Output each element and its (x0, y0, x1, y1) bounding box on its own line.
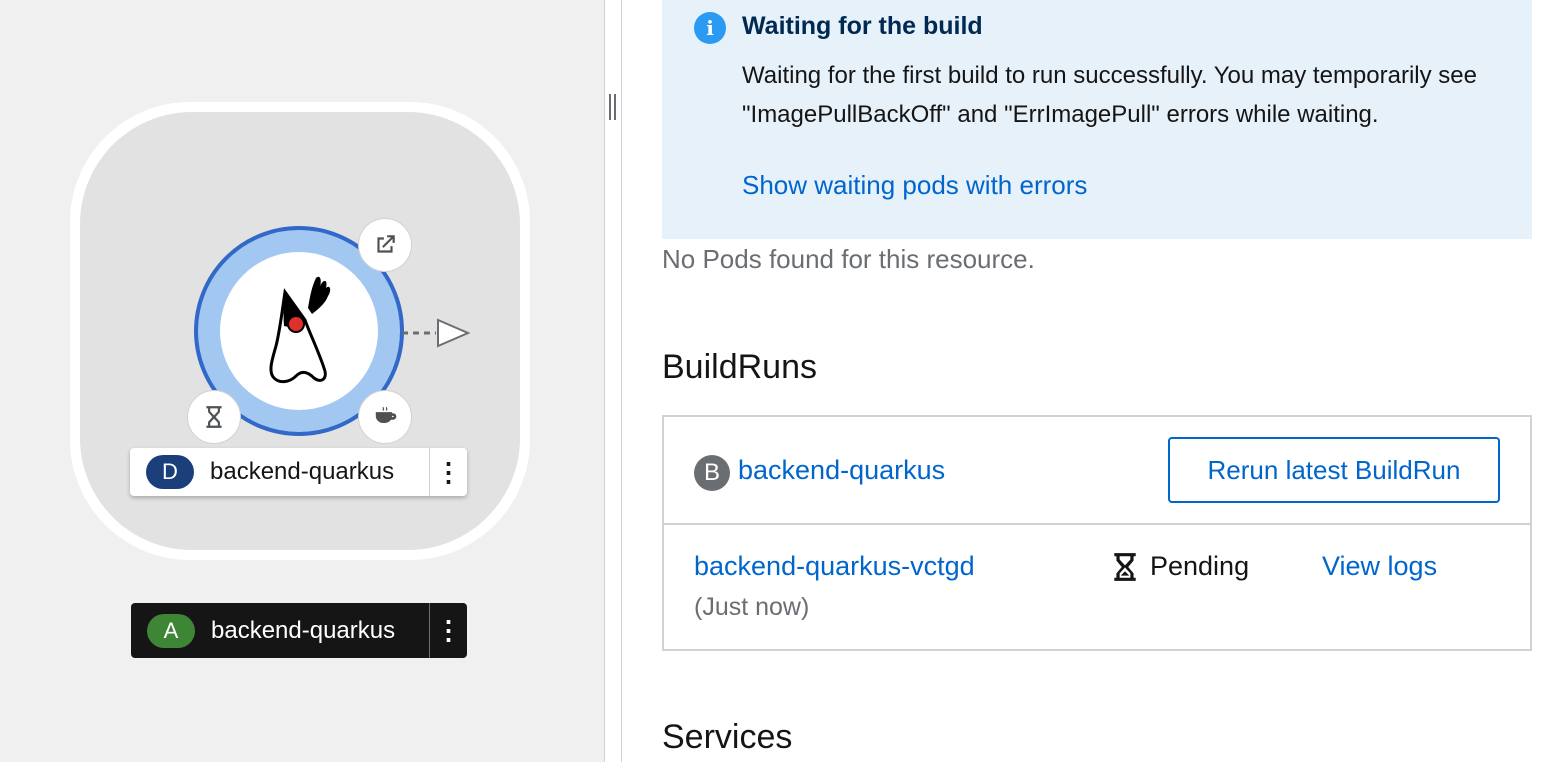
build-link[interactable]: backend-quarkus (738, 455, 945, 486)
buildrun-status-text: Pending (1150, 551, 1250, 581)
traffic-connector[interactable] (400, 314, 474, 352)
deployment-name: backend-quarkus (210, 458, 395, 485)
buildrun-link[interactable]: backend-quarkus-vctgd (694, 551, 975, 582)
no-pods-text: No Pods found for this resource. (662, 244, 1035, 274)
java-cup-icon[interactable] (358, 390, 412, 444)
deployment-label[interactable]: D backend-quarkus ⋮ (130, 448, 467, 496)
info-alert: i Waiting for the build Waiting for the … (662, 0, 1532, 239)
application-name: backend-quarkus (211, 616, 396, 644)
buildruns-heading: BuildRuns (662, 348, 817, 386)
show-waiting-pods-link[interactable]: Show waiting pods with errors (742, 170, 1087, 201)
info-icon: i (694, 12, 726, 44)
topology-canvas[interactable]: D backend-quarkus ⋮ A backend-quarkus ⋮ (0, 0, 604, 762)
hourglass-icon[interactable] (187, 390, 241, 444)
deployment-badge: D (146, 455, 194, 489)
buildrun-time: (Just now) (694, 593, 810, 621)
build-badge: B (694, 455, 730, 491)
build-row: B backend-quarkus Rerun latest BuildRun (664, 417, 1530, 525)
application-kebab-icon[interactable]: ⋮ (429, 603, 467, 658)
java-duke-icon (269, 276, 331, 384)
application-label[interactable]: A backend-quarkus ⋮ (131, 603, 467, 658)
deployment-kebab-icon[interactable]: ⋮ (429, 448, 467, 496)
rerun-latest-buildrun-button[interactable]: Rerun latest BuildRun (1168, 437, 1500, 503)
alert-title: Waiting for the build (742, 12, 983, 40)
hourglass-icon (1114, 552, 1136, 581)
application-badge: A (147, 613, 195, 648)
side-panel: i Waiting for the build Waiting for the … (622, 0, 1562, 762)
buildrun-status: Pending (1112, 551, 1249, 582)
external-link-icon[interactable] (358, 218, 412, 272)
alert-body: Waiting for the first build to run succe… (742, 62, 1477, 128)
view-logs-link[interactable]: View logs (1322, 551, 1437, 582)
services-heading: Services (662, 718, 793, 756)
buildruns-table: B backend-quarkus Rerun latest BuildRun … (662, 415, 1532, 651)
resize-handle-icon[interactable] (607, 94, 617, 124)
